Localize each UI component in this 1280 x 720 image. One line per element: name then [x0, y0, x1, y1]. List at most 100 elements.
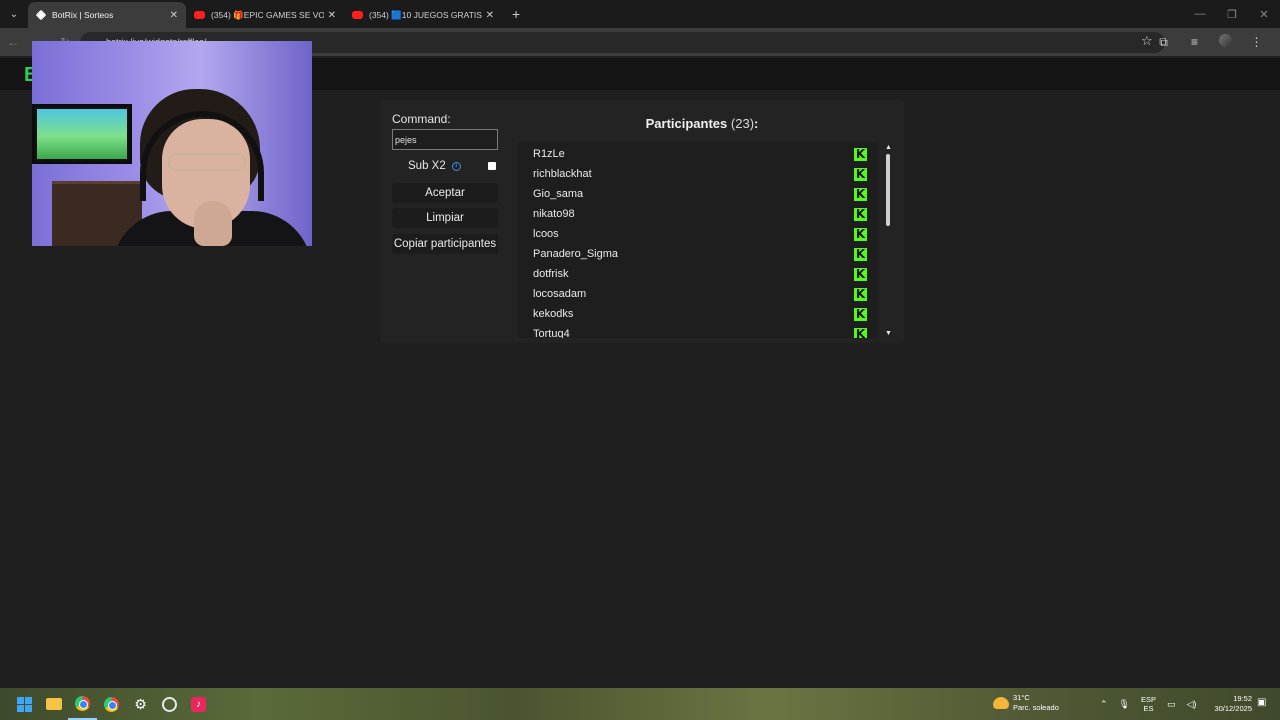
scroll-up-arrow-icon[interactable]: ▲	[885, 144, 892, 151]
tab-botrix[interactable]: BotRix | Sorteos ✕	[28, 2, 186, 28]
new-tab-plus-icon[interactable]: +	[512, 6, 520, 22]
clear-button[interactable]: Limpiar	[392, 208, 498, 228]
windows-taskbar: ⚙ ♪	[0, 688, 1280, 720]
scroll-down-arrow-icon[interactable]: ▼	[885, 330, 892, 337]
sub-x2-checkbox[interactable]	[487, 162, 496, 170]
clock-time: 19:52	[1233, 694, 1252, 703]
obs-icon	[162, 696, 177, 712]
partly-sunny-icon	[993, 697, 1009, 709]
list-item: lcoos K	[533, 224, 867, 244]
list-item: richblackhat K	[533, 164, 867, 184]
taskbar-clock[interactable]: 19:52 30/12/2025	[1208, 694, 1252, 714]
participants-colon: :	[754, 116, 759, 131]
list-item: Tortug4 K	[533, 324, 867, 338]
participant-name: nikato98	[533, 208, 575, 220]
profile-avatar-icon[interactable]	[1210, 34, 1241, 50]
kick-icon: K	[854, 147, 867, 161]
chrome-icon	[75, 695, 90, 711]
chrome-icon	[104, 696, 119, 712]
kick-icon: K	[854, 328, 867, 338]
sub-x2-label: Sub X2	[408, 160, 446, 172]
tab-youtube-2[interactable]: (354) 🟦10 JUEGOS GRATIS PA ✕	[344, 2, 502, 28]
steam-button[interactable]: ⚙	[126, 688, 155, 720]
copy-participants-button[interactable]: Copiar participantes	[392, 234, 498, 254]
chrome-button[interactable]	[68, 688, 97, 720]
restore-icon[interactable]: ❐	[1216, 0, 1248, 28]
window-controls: — ❐ ✕	[1184, 0, 1280, 28]
sub-x2-row: Sub X2 i	[408, 160, 498, 172]
microphone-icon[interactable]: 🎙	[1119, 699, 1130, 710]
back-arrow-icon[interactable]: ←	[0, 35, 26, 49]
volume-icon[interactable]: ◁)	[1187, 699, 1197, 710]
list-item: Panadero_Sigma K	[533, 244, 867, 264]
clock-date: 30/12/2025	[1214, 704, 1252, 713]
bookmark-star-icon[interactable]: ☆	[1141, 33, 1153, 49]
youtube-favicon-icon	[352, 11, 363, 19]
list-item: dotfrisk K	[533, 264, 867, 284]
participant-name: locosadam	[533, 288, 587, 300]
toolbar-right-icons: ⧉ ≡ ⋮	[1148, 28, 1272, 56]
kick-icon: K	[854, 247, 867, 261]
tiktok-button[interactable]: ♪	[184, 688, 213, 720]
weather-widget[interactable]: 31°C Parc. soleado	[993, 693, 1059, 713]
kick-icon: K	[854, 307, 867, 321]
list-item: R1zLe K	[533, 144, 867, 164]
scroll-thumb[interactable]	[886, 154, 890, 226]
participants-scrollbar[interactable]: ▲ ▼	[884, 144, 892, 337]
notifications-icon[interactable]: ▣	[1257, 697, 1266, 708]
webcam-overlay-image	[32, 41, 312, 246]
participant-name: Tortug4	[533, 328, 570, 338]
list-item: Gio_sama K	[533, 184, 867, 204]
minimize-icon[interactable]: —	[1184, 0, 1216, 28]
media-controls-icon[interactable]: ≡	[1179, 35, 1210, 49]
window-close-icon[interactable]: ✕	[1248, 0, 1280, 28]
tiktok-icon: ♪	[191, 696, 206, 712]
weather-description: Parc. soleado	[1013, 703, 1059, 712]
close-icon[interactable]: ✕	[170, 10, 178, 21]
close-icon[interactable]: ✕	[328, 10, 336, 21]
kick-icon: K	[854, 227, 867, 241]
streamer-hand	[194, 201, 232, 246]
steam-icon: ⚙	[134, 695, 147, 712]
info-icon[interactable]: i	[451, 161, 461, 171]
chrome-profile-button[interactable]	[97, 688, 126, 720]
windows-logo-icon	[17, 696, 32, 712]
list-item: kekodks K	[533, 304, 867, 324]
participant-name: Gio_sama	[533, 188, 584, 200]
background-monitor	[32, 104, 132, 164]
participants-heading: Participantes (23):	[520, 116, 884, 131]
start-button[interactable]	[10, 688, 39, 720]
participants-list[interactable]: R1zLe K richblackhat K Gio_sama K nikato98 K…	[518, 142, 878, 338]
taskbar-apps: ⚙ ♪	[10, 688, 213, 720]
participant-name: kekodks	[533, 308, 574, 320]
language-indicator[interactable]: ESP ES	[1141, 695, 1156, 713]
participants-count: (23)	[730, 116, 755, 131]
close-icon[interactable]: ✕	[486, 10, 494, 21]
youtube-favicon-icon	[194, 11, 205, 19]
browser-tabstrip: ⌄ BotRix | Sorteos ✕ (354) 🎁EPIC GAMES S…	[0, 0, 1280, 28]
kick-icon: K	[854, 287, 867, 301]
raffle-panel: Command: Sub X2 i Aceptar Limpiar Copiar…	[380, 99, 904, 343]
kick-icon: K	[854, 267, 867, 281]
glasses	[168, 153, 246, 171]
kick-icon: K	[854, 207, 867, 221]
participant-name: lcoos	[533, 228, 559, 240]
folder-icon	[45, 698, 62, 710]
obs-button[interactable]	[155, 688, 184, 720]
tab-title: (354) 🎁EPIC GAMES SE VOLVIÓ	[211, 9, 324, 20]
participant-name: dotfrisk	[533, 268, 569, 280]
file-explorer-button[interactable]	[39, 688, 68, 720]
kick-icon: K	[854, 187, 867, 201]
tab-title: BotRix | Sorteos	[52, 10, 114, 20]
botrix-favicon-icon	[35, 9, 47, 21]
tab-youtube-1[interactable]: (354) 🎁EPIC GAMES SE VOLVIÓ ✕	[186, 2, 344, 28]
weather-temperature: 31°C	[1013, 693, 1030, 702]
tab-search-chevron-icon[interactable]: ⌄	[0, 0, 28, 28]
accept-button[interactable]: Aceptar	[392, 183, 498, 203]
list-item: locosadam K	[533, 284, 867, 304]
kebab-menu-icon[interactable]: ⋮	[1241, 35, 1272, 49]
command-input[interactable]	[392, 129, 498, 150]
network-icon[interactable]: ▭	[1167, 699, 1176, 710]
tray-chevron-up-icon[interactable]: ⌃	[1100, 699, 1108, 710]
participant-name: richblackhat	[533, 168, 592, 180]
